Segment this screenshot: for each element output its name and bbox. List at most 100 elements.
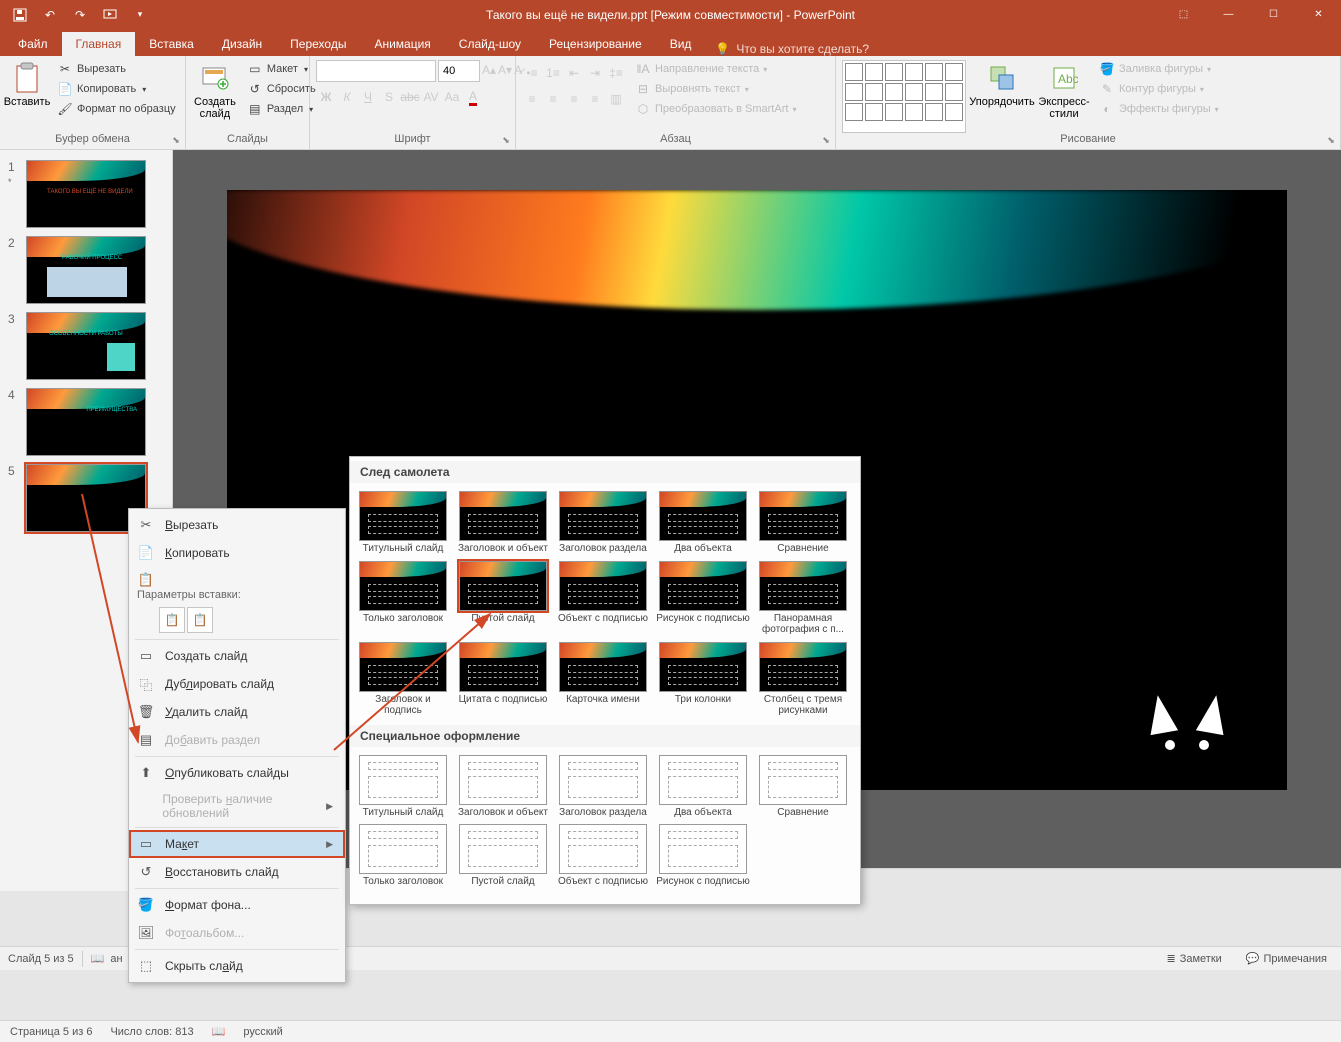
paragraph-dialog-launcher[interactable]: ⬊ xyxy=(819,133,833,147)
maximize-button[interactable]: ☐ xyxy=(1251,0,1296,29)
increase-font-button[interactable]: A▴ xyxy=(482,60,496,80)
notes-button[interactable]: ≣Заметки xyxy=(1160,950,1227,967)
new-slide-button[interactable]: Создать слайд xyxy=(192,60,238,133)
justify-button[interactable]: ≡ xyxy=(585,89,605,109)
cm-reset[interactable]: ↺Восстановить слайд xyxy=(129,858,345,886)
ribbon-options-button[interactable]: ⬚ xyxy=(1161,0,1206,29)
layout-option[interactable]: Заголовок раздела xyxy=(554,753,652,821)
thumb-2[interactable]: 2РАБОЧИЙ ПРОЦЕСС xyxy=(0,232,172,308)
language-short[interactable]: ан xyxy=(110,953,122,965)
layout-option[interactable]: Сравнение xyxy=(754,753,852,821)
save-button[interactable] xyxy=(6,3,34,27)
align-text-button[interactable]: ⊟Выровнять текст▾ xyxy=(632,80,799,98)
layout-option[interactable]: Рисунок с подписью xyxy=(654,822,752,890)
layout-option[interactable]: Объект с подписью xyxy=(554,822,652,890)
font-dialog-launcher[interactable]: ⬊ xyxy=(499,133,513,147)
layout-option[interactable]: Только заголовок xyxy=(354,822,452,890)
font-family-combo[interactable] xyxy=(316,60,436,82)
tab-transitions[interactable]: Переходы xyxy=(276,32,360,56)
tab-file[interactable]: Файл xyxy=(4,32,62,56)
layout-option[interactable]: Только заголовок xyxy=(354,559,452,638)
cm-delete[interactable]: 🗑Удалить слайд xyxy=(129,698,345,726)
paste-use-destination-theme[interactable]: 📋 xyxy=(159,607,185,633)
layout-option[interactable]: Титульный слайд xyxy=(354,753,452,821)
layout-option[interactable]: Карточка имени xyxy=(554,640,652,719)
tab-insert[interactable]: Вставка xyxy=(135,32,208,56)
slide-position[interactable]: Слайд 5 из 5 xyxy=(8,953,74,965)
align-center-button[interactable]: ≡ xyxy=(543,89,563,109)
cm-format-bg[interactable]: 🪣Формат фона... xyxy=(129,891,345,919)
tab-review[interactable]: Рецензирование xyxy=(535,32,656,56)
layout-option[interactable]: Два объекта xyxy=(654,753,752,821)
increase-indent-button[interactable]: ⇥ xyxy=(585,63,605,83)
tab-design[interactable]: Дизайн xyxy=(208,32,276,56)
cm-publish[interactable]: ⬆Опубликовать слайды xyxy=(129,759,345,787)
tab-slideshow[interactable]: Слайд-шоу xyxy=(445,32,535,56)
cm-layout[interactable]: ▭Макет▶ xyxy=(129,830,345,858)
format-painter-button[interactable]: 🖌Формат по образцу xyxy=(54,100,179,118)
layout-option[interactable]: Пустой слайд xyxy=(454,822,552,890)
close-button[interactable]: ✕ xyxy=(1296,0,1341,29)
layout-button[interactable]: ▭Макет▾ xyxy=(244,60,319,78)
columns-button[interactable]: ▥ xyxy=(606,89,626,109)
section-button[interactable]: ▤Раздел▾ xyxy=(244,100,319,118)
paste-keep-source-formatting[interactable]: 📋 xyxy=(187,607,213,633)
font-size-combo[interactable] xyxy=(438,60,480,82)
start-from-beginning-button[interactable] xyxy=(96,3,124,27)
page-position[interactable]: Страница 5 из 6 xyxy=(10,1026,92,1038)
cm-new-slide[interactable]: ▭Создать слайд xyxy=(129,642,345,670)
document-language[interactable]: русский xyxy=(243,1026,282,1038)
spellcheck-icon[interactable]: 📖 xyxy=(91,952,105,965)
layout-option[interactable]: Три колонки xyxy=(654,640,752,719)
line-spacing-button[interactable]: ‡≡ xyxy=(606,63,626,83)
proofing-icon[interactable]: 📖 xyxy=(212,1025,226,1038)
shape-outline-button[interactable]: ✎Контур фигуры▾ xyxy=(1096,80,1222,98)
layout-option[interactable]: Пустой слайд xyxy=(454,559,552,638)
minimize-button[interactable]: — xyxy=(1206,0,1251,29)
layout-option[interactable]: Столбец с тремя рисунками xyxy=(754,640,852,719)
strike-button[interactable]: abc xyxy=(400,87,420,107)
layout-option[interactable]: Рисунок с подписью xyxy=(654,559,752,638)
layout-option[interactable]: Заголовок раздела xyxy=(554,489,652,557)
layout-option[interactable]: Заголовок и объект xyxy=(454,489,552,557)
paste-button[interactable]: Вставить xyxy=(6,60,48,133)
clipboard-dialog-launcher[interactable]: ⬊ xyxy=(169,133,183,147)
layout-option[interactable]: Панорамная фотография с п... xyxy=(754,559,852,638)
layout-option[interactable]: Два объекта xyxy=(654,489,752,557)
layout-option[interactable]: Объект с подписью xyxy=(554,559,652,638)
bold-button[interactable]: Ж xyxy=(316,87,336,107)
bullets-button[interactable]: •≡ xyxy=(522,63,542,83)
layout-option[interactable]: Титульный слайд xyxy=(354,489,452,557)
drawing-dialog-launcher[interactable]: ⬊ xyxy=(1324,133,1338,147)
tab-view[interactable]: Вид xyxy=(656,32,706,56)
undo-button[interactable]: ↶ xyxy=(36,3,64,27)
redo-button[interactable]: ↷ xyxy=(66,3,94,27)
reset-button[interactable]: ↺Сбросить xyxy=(244,80,319,98)
qat-customize-button[interactable]: ▾ xyxy=(126,3,154,27)
layout-option[interactable]: Заголовок и объект xyxy=(454,753,552,821)
thumb-1[interactable]: 1*ТАКОГО ВЫ ЕЩЁ НЕ ВИДЕЛИ xyxy=(0,156,172,232)
copy-button[interactable]: 📄Копировать▾ xyxy=(54,80,179,98)
underline-button[interactable]: Ч xyxy=(358,87,378,107)
layout-option[interactable]: Цитата с подписью xyxy=(454,640,552,719)
italic-button[interactable]: К xyxy=(337,87,357,107)
arrange-button[interactable]: Упорядочить xyxy=(972,60,1032,133)
comments-button[interactable]: 💬Примечания xyxy=(1240,950,1333,967)
shape-effects-button[interactable]: ◐Эффекты фигуры▾ xyxy=(1096,100,1222,118)
cm-hide-slide[interactable]: ⬚Скрыть слайд xyxy=(129,952,345,980)
tab-home[interactable]: Главная xyxy=(62,32,136,56)
layout-option[interactable]: Заголовок и подпись xyxy=(354,640,452,719)
quick-styles-button[interactable]: Abc Экспресс-стили xyxy=(1038,60,1090,133)
cut-button[interactable]: ✂Вырезать xyxy=(54,60,179,78)
word-count[interactable]: Число слов: 813 xyxy=(110,1026,193,1038)
numbering-button[interactable]: 1≡ xyxy=(543,63,563,83)
cm-copy[interactable]: 📄Копировать xyxy=(129,539,345,567)
tab-animations[interactable]: Анимация xyxy=(360,32,444,56)
cm-duplicate[interactable]: ⿻Дублировать слайд xyxy=(129,670,345,698)
char-spacing-button[interactable]: AV xyxy=(421,87,441,107)
font-color-button[interactable]: A xyxy=(463,87,483,107)
shadow-button[interactable]: S xyxy=(379,87,399,107)
smartart-button[interactable]: ⬡Преобразовать в SmartArt▾ xyxy=(632,100,799,118)
align-left-button[interactable]: ≡ xyxy=(522,89,542,109)
text-direction-button[interactable]: ‖AНаправление текста▾ xyxy=(632,60,799,78)
